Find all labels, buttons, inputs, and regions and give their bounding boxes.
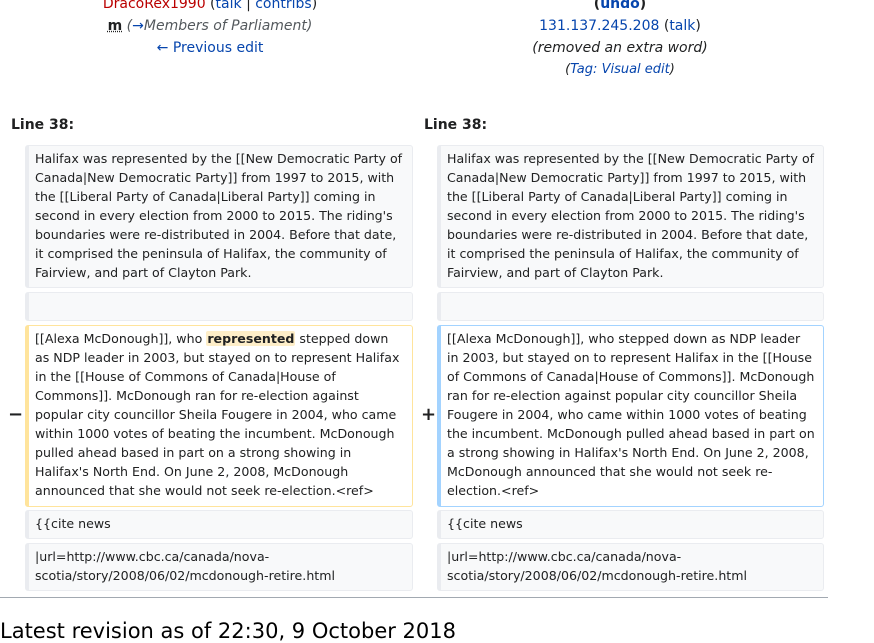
old-user-talk-link[interactable]: talk (216, 0, 242, 12)
left-url-line: |url=http://www.cbc.ca/canada/nova-scoti… (25, 543, 413, 591)
latest-revision-heading: Latest revision as of 22:30, 9 October 2… (0, 619, 457, 643)
minor-edit-mark: m (107, 18, 123, 34)
undo-link[interactable]: undo (600, 0, 640, 12)
deleted-word-highlight: represented (206, 331, 296, 346)
tag-visual-edit-link[interactable]: Visual edit (602, 62, 670, 77)
old-revision-user-link[interactable]: DracoRex1990 (103, 0, 206, 12)
added-paragraph: [[Alexa McDonough]], who stepped down as… (437, 325, 824, 507)
old-revision-header: DracoRex1990 (talk | contribs) m (→Membe… (0, 0, 420, 59)
left-line-number: Line 38: (11, 117, 75, 133)
old-user-contribs-link[interactable]: contribs (255, 0, 311, 12)
tag-label-link[interactable]: Tag: (570, 62, 597, 77)
previous-edit-link[interactable]: ← Previous edit (157, 40, 264, 56)
right-context-paragraph: Halifax was represented by the [[New Dem… (437, 145, 824, 288)
new-user-talk-link[interactable]: talk (669, 18, 695, 34)
deletion-marker: − (8, 404, 24, 425)
deleted-paragraph: [[Alexa McDonough]], who represented ste… (25, 325, 413, 507)
old-edit-summary: (→Members of Parliament) (126, 18, 313, 34)
summary-section: Members of Parliament (143, 18, 307, 34)
deleted-text-before: [[Alexa McDonough]], who (35, 331, 207, 346)
new-edit-summary: (removed an extra word) (532, 40, 708, 56)
left-cite-news-line: {{cite news (25, 510, 413, 539)
right-url-line: |url=http://www.cbc.ca/canada/nova-scoti… (437, 543, 824, 591)
new-revision-header: (undo) 131.137.245.208 (talk) (removed a… (412, 0, 828, 81)
addition-marker: + (421, 404, 437, 425)
link-separator: | (246, 0, 251, 12)
new-revision-ip-link[interactable]: 131.137.245.208 (539, 18, 659, 34)
edit-tag: (Tag: Visual edit) (565, 62, 675, 77)
left-context-paragraph: Halifax was represented by the [[New Dem… (25, 145, 413, 288)
section-arrow-link[interactable]: → (132, 18, 144, 34)
left-empty-line (25, 292, 413, 321)
right-cite-news-line: {{cite news (437, 510, 824, 539)
deleted-text-after: stepped down as NDP leader in 2003, but … (35, 331, 400, 498)
right-line-number: Line 38: (424, 117, 488, 133)
section-divider (0, 597, 828, 598)
right-empty-line (437, 292, 824, 321)
